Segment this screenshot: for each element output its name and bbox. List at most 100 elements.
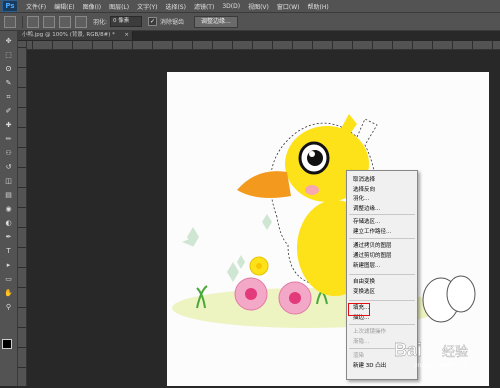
brush-icon[interactable]: ✏: [3, 135, 14, 144]
pink-flower-left: [234, 277, 268, 311]
context-menu-item[interactable]: 上次滤镜操作: [353, 327, 386, 335]
ruler-tick: [18, 87, 26, 88]
menu-bar: Ps 文件(F) 编辑(E) 图像(I) 图层(L) 文字(Y) 选择(S) 滤…: [0, 0, 500, 13]
path-select-icon[interactable]: ▸: [3, 261, 14, 270]
close-icon[interactable]: ×: [124, 31, 129, 40]
context-menu-item[interactable]: 渐隐...: [353, 337, 369, 345]
ruler-tick: [432, 41, 433, 49]
feather-input[interactable]: 0 像素: [110, 16, 143, 27]
ruler-tick: [18, 267, 26, 268]
lasso-preset-icon[interactable]: [4, 15, 16, 28]
ruler-tick: [292, 41, 293, 49]
pen-icon[interactable]: ✒: [3, 233, 14, 242]
ruler-tick: [92, 41, 93, 49]
vertical-ruler[interactable]: [18, 41, 27, 386]
menu-separator: [349, 214, 415, 215]
menu-filter[interactable]: 滤镜(T): [194, 2, 214, 11]
document-tab[interactable]: 小鸭.jpg @ 100% (背景, RGB/8#) * ×: [18, 31, 133, 40]
ruler-tick: [18, 227, 26, 228]
foreground-color-swatch[interactable]: [2, 339, 12, 349]
blur-icon[interactable]: ◉: [3, 205, 14, 214]
ruler-tick: [332, 41, 333, 49]
ruler-tick: [212, 41, 213, 49]
move-icon[interactable]: ✥: [3, 37, 14, 46]
ruler-tick: [192, 41, 193, 49]
menu-type[interactable]: 文字(Y): [137, 2, 157, 11]
ruler-tick: [452, 41, 453, 49]
ruler-tick: [18, 67, 26, 68]
ruler-tick: [312, 41, 313, 49]
ruler-tick: [18, 307, 26, 308]
eraser-icon[interactable]: ◫: [3, 177, 14, 186]
menu-image[interactable]: 图像(I): [83, 2, 101, 11]
yellow-flower: [249, 256, 269, 276]
watermark-text-2: 经验: [442, 344, 468, 360]
gradient-icon[interactable]: ▤: [3, 191, 14, 200]
subtract-selection-icon[interactable]: [59, 15, 71, 28]
ruler-tick: [52, 41, 53, 49]
lasso-icon[interactable]: ʘ: [3, 65, 14, 74]
ruler-tick: [352, 41, 353, 49]
add-selection-icon[interactable]: [43, 15, 55, 28]
stamp-icon[interactable]: ⚇: [3, 149, 14, 158]
context-menu-item[interactable]: 建立工作路径...: [353, 227, 391, 235]
context-menu-item[interactable]: 自由变换: [353, 277, 375, 285]
context-menu-item[interactable]: 羽化...: [353, 194, 369, 202]
context-menu-item[interactable]: 通过拷贝的图层: [353, 241, 392, 249]
watermark-url: jingyan.baidu.com: [413, 362, 470, 369]
context-menu-item[interactable]: 新建图层...: [353, 261, 380, 269]
context-menu-item[interactable]: 取消选择: [353, 175, 375, 183]
antialias-label: 消除锯齿: [160, 19, 185, 26]
ruler-tick: [18, 327, 26, 328]
zoom-icon[interactable]: ⚲: [3, 303, 14, 312]
context-menu-item[interactable]: 存储选区...: [353, 217, 380, 225]
context-menu-item[interactable]: 通过剪切的图层: [353, 251, 392, 259]
history-brush-icon[interactable]: ↺: [3, 163, 14, 172]
menu-separator: [349, 274, 415, 275]
context-menu-item[interactable]: 选择反向: [353, 185, 375, 193]
dodge-icon[interactable]: ◐: [3, 219, 14, 228]
menu-help[interactable]: 帮助(H): [308, 2, 329, 11]
options-bar: 羽化: 0 像素 ✓ 消除锯齿 调整边缘...: [0, 13, 500, 31]
ruler-tick: [412, 41, 413, 49]
refine-edge-button[interactable]: 调整边缘...: [194, 15, 238, 28]
hand-icon[interactable]: ✋: [3, 289, 14, 298]
divider: [22, 15, 23, 28]
menu-separator: [349, 238, 415, 239]
quick-select-icon[interactable]: ✎: [3, 79, 14, 88]
menu-3d[interactable]: 3D(D): [222, 3, 240, 10]
ruler-tick: [132, 41, 133, 49]
eyedropper-icon[interactable]: ✐: [3, 107, 14, 116]
ruler-tick: [18, 147, 26, 148]
ruler-tick: [172, 41, 173, 49]
menu-select[interactable]: 选择(S): [165, 2, 186, 11]
new-selection-icon[interactable]: [27, 15, 39, 28]
ruler-tick: [18, 167, 26, 168]
marquee-icon[interactable]: ⬚: [3, 51, 14, 60]
pink-flower-right: [278, 281, 312, 315]
crop-icon[interactable]: ⌗: [3, 93, 14, 102]
context-menu-item[interactable]: 新建 3D 凸出: [353, 361, 386, 369]
intersect-selection-icon[interactable]: [75, 15, 87, 28]
menu-window[interactable]: 窗口(W): [277, 2, 300, 11]
antialias-checkbox[interactable]: ✓: [148, 17, 158, 26]
ruler-tick: [18, 287, 26, 288]
type-icon[interactable]: T: [3, 247, 14, 256]
menu-view[interactable]: 视图(V): [248, 2, 269, 11]
context-menu-item[interactable]: 渲染: [353, 351, 364, 359]
menu-edit[interactable]: 编辑(E): [54, 2, 74, 11]
ruler-tick: [18, 367, 26, 368]
eggs: [422, 275, 476, 323]
fill-item-highlight-box: [348, 303, 370, 316]
horizontal-ruler[interactable]: [26, 41, 500, 50]
menu-layer[interactable]: 图层(L): [109, 2, 129, 11]
ruler-tick: [18, 207, 26, 208]
shape-icon[interactable]: ▭: [3, 275, 14, 284]
healing-icon[interactable]: ✚: [3, 121, 14, 130]
menu-file[interactable]: 文件(F): [26, 2, 46, 11]
ruler-tick: [18, 127, 26, 128]
photoshop-logo: Ps: [2, 0, 18, 12]
context-menu-item[interactable]: 调整边缘...: [353, 204, 380, 212]
feather-label: 羽化:: [93, 19, 108, 26]
context-menu-item[interactable]: 变换选区: [353, 287, 375, 295]
